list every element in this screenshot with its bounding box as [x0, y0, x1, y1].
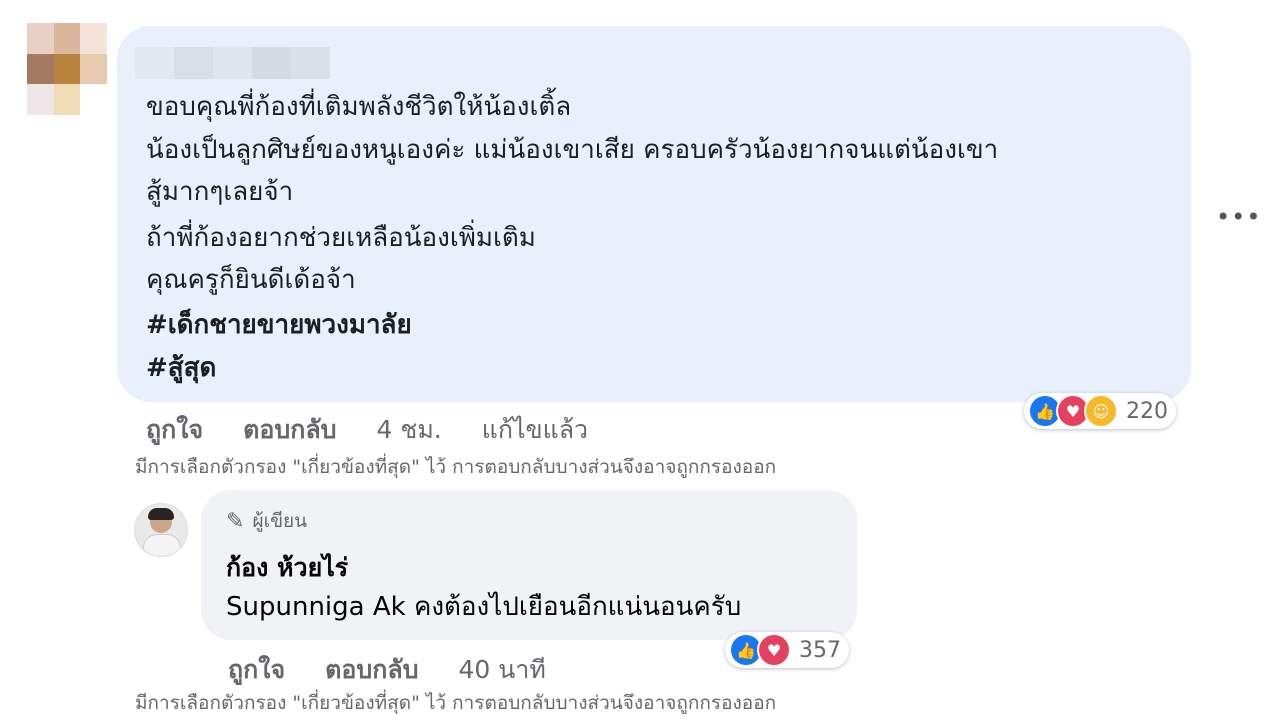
- author-avatar[interactable]: [134, 503, 188, 557]
- author-badge-label: ผู้เขียน: [252, 510, 308, 532]
- edited-label[interactable]: แก้ไขแล้ว: [482, 410, 588, 450]
- care-icon: ☺: [1084, 394, 1118, 428]
- like-button[interactable]: ถูกใจ: [228, 650, 285, 690]
- more-options-icon[interactable]: •••: [1216, 200, 1260, 234]
- commenter-name-blurred[interactable]: [135, 47, 330, 79]
- filter-note: มีการเลือกตัวกรอง "เกี่ยวข้องที่สุด" ไว้…: [135, 456, 777, 478]
- reply-button[interactable]: ตอบกลับ: [243, 410, 336, 450]
- hashtag-link[interactable]: #เด็กชายขายพวงมาลัย: [146, 305, 412, 345]
- like-button[interactable]: ถูกใจ: [146, 410, 203, 450]
- comment-line: สู้มากๆเลยจ้า: [146, 177, 294, 207]
- reaction-count: 357: [799, 637, 841, 663]
- comment-line: คุณครูก็ยินดีเด้อจ้า: [146, 265, 356, 295]
- timestamp[interactable]: 4 ชม.: [377, 410, 442, 450]
- reaction-count: 220: [1126, 398, 1168, 424]
- hashtag-link[interactable]: #สู้สุด: [146, 348, 216, 388]
- author-badge: ✎ ผู้เขียน: [226, 506, 307, 536]
- comment-line: น้องเป็นลูกศิษย์ของหนูเองค่ะ แม่น้องเขาเ…: [146, 135, 999, 165]
- love-icon: ♥: [757, 633, 791, 667]
- comment-bubble: [117, 26, 1191, 402]
- pen-icon: ✎: [226, 508, 245, 534]
- timestamp[interactable]: 40 นาที: [459, 650, 546, 690]
- comment-actions: ถูกใจ ตอบกลับ 4 ชม. แก้ไขแล้ว: [146, 410, 620, 450]
- filter-note: มีการเลือกตัวกรอง "เกี่ยวข้องที่สุด" ไว้…: [135, 692, 777, 714]
- reply-author-name[interactable]: ก้อง ห้วยไร่: [226, 548, 348, 588]
- comment-line: ขอบคุณพี่ก้องที่เติมพลังชีวิตให้น้องเติ้…: [146, 92, 572, 122]
- reply-text: Supunniga Ak คงต้องไปเยือนอีกแน่นอนครับ: [226, 592, 742, 622]
- commenter-avatar-blurred[interactable]: [27, 23, 107, 115]
- reply-reaction-summary[interactable]: 👍 ♥ 357: [725, 632, 849, 668]
- reaction-summary[interactable]: 👍 ♥ ☺ 220: [1024, 393, 1176, 429]
- reply-actions: ถูกใจ ตอบกลับ 40 นาที: [228, 650, 578, 690]
- reply-button[interactable]: ตอบกลับ: [325, 650, 418, 690]
- comment-line: ถ้าพี่ก้องอยากช่วยเหลือน้องเพิ่มเติม: [146, 223, 536, 253]
